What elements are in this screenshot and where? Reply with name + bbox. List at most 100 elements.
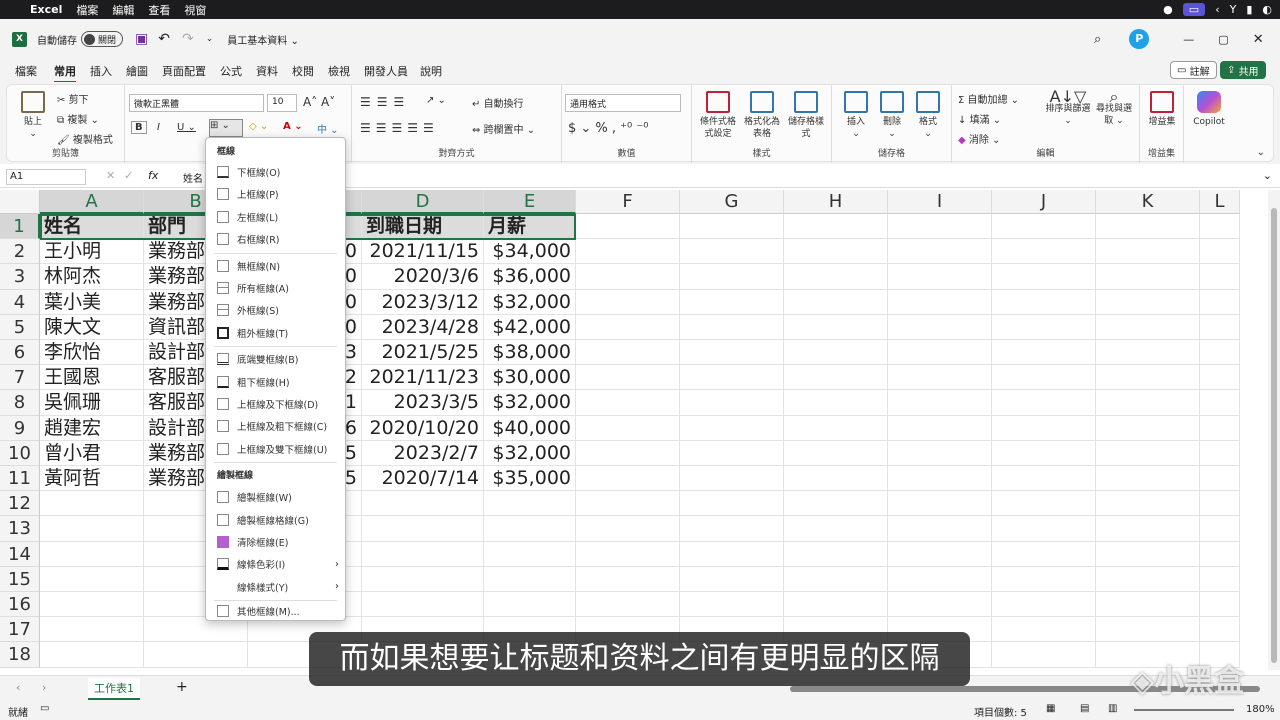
tab-insert[interactable]: 插入 — [90, 63, 112, 79]
document-title[interactable]: 員工基本資料 ⌄ — [227, 32, 299, 47]
back-icon[interactable]: ‹ — [1215, 3, 1219, 16]
row-header-11[interactable]: 11 — [0, 466, 40, 492]
cell[interactable] — [680, 516, 784, 542]
customize-icon[interactable]: ⌄ — [206, 34, 214, 44]
addins-button[interactable]: 增益集 — [1144, 91, 1180, 128]
draw-border-option[interactable]: 清除框線(E) — [206, 532, 345, 552]
cell[interactable] — [992, 617, 1096, 643]
row-header-12[interactable]: 12 — [0, 491, 40, 517]
merge-center-button[interactable]: ⇔ 跨欄置中 ⌄ — [472, 121, 535, 136]
row-header-16[interactable]: 16 — [0, 592, 40, 618]
next-sheet-icon[interactable]: › — [42, 681, 46, 694]
cell[interactable] — [680, 566, 784, 592]
cell[interactable] — [680, 592, 784, 618]
cell[interactable] — [992, 314, 1096, 340]
cell[interactable] — [992, 264, 1096, 290]
cell[interactable] — [888, 264, 992, 290]
cell[interactable] — [992, 466, 1096, 492]
cell[interactable] — [992, 516, 1096, 542]
cell[interactable] — [888, 566, 992, 592]
border-option[interactable]: 底端雙框線(B) — [206, 349, 345, 369]
tab-home[interactable]: 常用 — [54, 63, 76, 83]
cell[interactable] — [576, 516, 680, 542]
column-header-i[interactable]: I — [888, 190, 992, 214]
zoom-level[interactable]: 180% — [1246, 704, 1275, 715]
draw-border-option[interactable]: 線條樣式(Y) › — [206, 577, 345, 597]
cell[interactable] — [1200, 314, 1240, 340]
cell[interactable] — [1200, 592, 1240, 618]
cut-button[interactable]: ✂ 剪下 — [57, 91, 89, 106]
font-name-select[interactable]: 微軟正黑體 — [129, 94, 264, 112]
underline-button[interactable]: U ⌄ — [177, 122, 196, 133]
cell[interactable] — [784, 516, 888, 542]
cell[interactable] — [888, 466, 992, 492]
app-menu[interactable]: Excel — [30, 3, 62, 16]
cell[interactable] — [680, 491, 784, 517]
tab-draw[interactable]: 繪圖 — [126, 63, 148, 79]
tab-layout[interactable]: 頁面配置 — [162, 63, 206, 79]
font-size-select[interactable]: 10 — [267, 94, 297, 112]
cell[interactable] — [680, 289, 784, 315]
row-header-8[interactable]: 8 — [0, 390, 40, 416]
borders-button[interactable]: ⊞ ⌄ — [209, 119, 243, 137]
header-cell[interactable]: 到職日期 — [362, 214, 484, 240]
cell[interactable] — [576, 541, 680, 567]
menu-view[interactable]: 查看 — [148, 2, 170, 18]
cell[interactable] — [888, 592, 992, 618]
cell[interactable] — [784, 541, 888, 567]
cell[interactable] — [680, 390, 784, 416]
enter-icon[interactable]: ✓ — [124, 169, 133, 182]
menu-file[interactable]: 檔案 — [76, 2, 98, 18]
cell[interactable] — [1096, 466, 1200, 492]
cell[interactable] — [40, 642, 144, 668]
record-icon[interactable]: ● — [1163, 3, 1173, 16]
tab-developer[interactable]: 開發人員 — [364, 63, 408, 79]
cell[interactable] — [1096, 541, 1200, 567]
data-cell[interactable]: 林阿杰 — [40, 264, 144, 290]
cell[interactable] — [362, 541, 484, 567]
horizontal-align-icons[interactable]: ☰☰☰☰☰ — [360, 121, 439, 135]
draw-border-option[interactable]: 線條色彩(I) › — [206, 554, 345, 574]
cell[interactable] — [484, 491, 576, 517]
restore-icon[interactable]: ▢ — [1218, 33, 1228, 46]
cell[interactable] — [1200, 340, 1240, 366]
cell[interactable] — [1200, 516, 1240, 542]
data-cell[interactable]: $38,000 — [484, 340, 576, 366]
accessibility-icon[interactable]: ▭ — [40, 703, 49, 714]
border-option[interactable]: 外框線(S) — [206, 300, 345, 320]
cell[interactable] — [992, 415, 1096, 441]
copilot-button[interactable]: Copilot — [1185, 91, 1233, 128]
cell[interactable] — [784, 365, 888, 391]
data-cell[interactable]: $42,000 — [484, 314, 576, 340]
cell[interactable] — [992, 440, 1096, 466]
paste-button[interactable]: 貼上 ⌄ — [13, 91, 53, 140]
normal-view-icon[interactable]: ▦ — [1046, 703, 1055, 714]
cell[interactable] — [888, 541, 992, 567]
cell[interactable] — [888, 415, 992, 441]
cell[interactable] — [40, 516, 144, 542]
cell[interactable] — [888, 516, 992, 542]
page-layout-icon[interactable]: ▤ — [1080, 703, 1089, 714]
cell-styles-button[interactable]: 儲存格樣式 — [784, 91, 828, 140]
cell[interactable] — [1096, 214, 1200, 240]
cell[interactable] — [1200, 239, 1240, 265]
cell[interactable] — [784, 566, 888, 592]
data-cell[interactable]: 2023/3/12 — [362, 289, 484, 315]
cell[interactable] — [362, 592, 484, 618]
cell[interactable] — [992, 592, 1096, 618]
draw-border-option[interactable]: 其他框線(M)... — [206, 601, 345, 621]
cell[interactable] — [1096, 340, 1200, 366]
data-cell[interactable]: $36,000 — [484, 264, 576, 290]
cell[interactable] — [784, 289, 888, 315]
cell[interactable] — [888, 289, 992, 315]
data-cell[interactable]: $34,000 — [484, 239, 576, 265]
data-cell[interactable]: 王國恩 — [40, 365, 144, 391]
copy-button[interactable]: ⧉ 複製 ⌄ — [57, 111, 99, 126]
data-cell[interactable]: $30,000 — [484, 365, 576, 391]
page-break-icon[interactable]: ▥ — [1108, 703, 1117, 714]
cell[interactable] — [576, 592, 680, 618]
screen-icon[interactable]: ▭ — [1182, 3, 1206, 16]
cell[interactable] — [992, 390, 1096, 416]
border-option[interactable]: 上框線(P) — [206, 184, 345, 204]
cell[interactable] — [680, 541, 784, 567]
